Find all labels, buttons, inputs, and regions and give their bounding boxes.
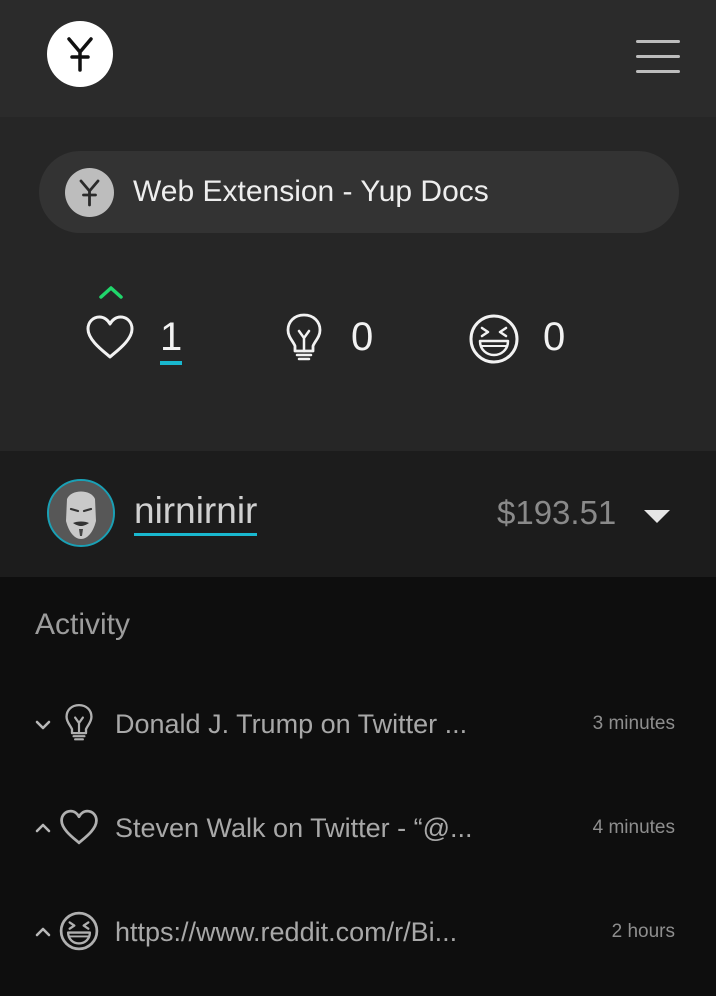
activity-item-time: 2 hours xyxy=(611,921,675,942)
page-title-pill[interactable]: Web Extension - Yup Docs xyxy=(39,151,679,233)
fun-count: 0 xyxy=(543,315,566,359)
activity-item-title: https://www.reddit.com/r/Bi... xyxy=(115,917,458,947)
activity-item-title: Steven Walk on Twitter - “@... xyxy=(115,813,473,843)
page-title: Web Extension - Yup Docs xyxy=(133,175,489,208)
balance: $193.51 xyxy=(497,494,617,531)
activity-item[interactable]: Donald J. Trump on Twitter ... 3 minutes xyxy=(0,684,716,764)
activity-item-title: Donald J. Trump on Twitter ... xyxy=(115,709,468,739)
top-bar xyxy=(0,0,716,117)
yup-extension-popup: Web Extension - Yup Docs 1 0 0 nirnirnir… xyxy=(0,0,716,996)
chevron-down-icon[interactable] xyxy=(641,506,673,526)
activity-section: Activity Donald J. Trump on Twitter ... … xyxy=(0,577,716,996)
heart-icon[interactable] xyxy=(84,313,136,361)
page-card: Web Extension - Yup Docs 1 0 0 xyxy=(0,117,716,451)
activity-title: Activity xyxy=(35,608,131,641)
chevron-up-icon xyxy=(35,823,51,833)
activity-item[interactable]: Steven Walk on Twitter - “@... 4 minutes xyxy=(0,788,716,868)
activity-item-time: 4 minutes xyxy=(592,817,675,838)
upvote-indicator-icon xyxy=(99,286,123,299)
activity-item-time: 3 minutes xyxy=(592,713,675,734)
hamburger-menu-icon[interactable] xyxy=(636,38,680,74)
user-bar: nirnirnir $193.51 xyxy=(0,451,716,577)
yup-logo-icon xyxy=(65,168,114,217)
avatar[interactable] xyxy=(47,479,115,547)
heart-icon xyxy=(60,809,98,845)
lightbulb-icon[interactable] xyxy=(284,311,324,365)
lightbulb-icon xyxy=(65,703,93,741)
laughing-face-icon xyxy=(59,911,99,951)
username-link[interactable]: nirnirnir xyxy=(134,489,258,536)
activity-item[interactable]: https://www.reddit.com/r/Bi... 2 hours xyxy=(0,892,716,972)
yup-logo-icon[interactable] xyxy=(47,21,113,87)
chevron-down-icon xyxy=(35,720,51,730)
chevron-up-icon xyxy=(35,927,51,937)
idea-count: 0 xyxy=(351,315,374,359)
laughing-face-icon[interactable] xyxy=(467,312,521,366)
like-count[interactable]: 1 xyxy=(160,313,183,365)
